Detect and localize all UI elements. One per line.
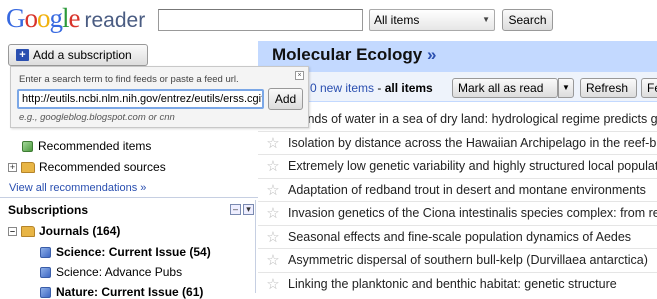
feed-icon — [40, 266, 51, 278]
entry-row[interactable]: ☆ Asymmetric dispersal of southern bull-k… — [258, 249, 657, 273]
entry-row[interactable]: ☆ Adaptation of redband trout in desert a… — [258, 179, 657, 202]
feed-title-menu-icon[interactable]: » — [427, 45, 436, 64]
add-subscription-popup: Enter a search term to find feeds or pas… — [10, 66, 309, 128]
logo-letter: o — [24, 3, 38, 33]
feed-title[interactable]: Molecular Ecology » — [272, 45, 436, 65]
all-items-label[interactable]: all items — [385, 81, 433, 95]
expand-icon[interactable]: + — [8, 162, 17, 172]
logo-letter: e — [68, 3, 81, 33]
feed-item-label: Science: Current Issue (54) — [56, 245, 211, 259]
collapse-all-icon[interactable]: – — [230, 204, 241, 215]
entry-row[interactable]: ☆ Extremely low genetic variability and h… — [258, 155, 657, 179]
item-count-separator: - — [374, 81, 385, 95]
add-subscription-example: e.g., googleblog.blogspot.com or cnn — [19, 112, 175, 123]
google-reader-logo[interactable]: Google reader — [6, 3, 145, 35]
collapse-icon[interactable]: – — [8, 226, 17, 236]
search-button[interactable]: Search — [502, 9, 553, 31]
add-feed-button[interactable]: Add — [268, 88, 303, 110]
folder-icon — [21, 225, 35, 237]
feed-item[interactable]: Science: Advance Pubs — [40, 265, 182, 279]
feed-settings-button[interactable]: Feed settings... — [641, 78, 657, 98]
add-subscription-button[interactable]: + Add a subscription — [8, 44, 148, 66]
entry-title: Invasion genetics of the Ciona intestina… — [288, 206, 657, 221]
folder-journals-label: Journals (164) — [39, 224, 121, 238]
logo-google-text: Google — [6, 3, 80, 34]
entry-list: ☆Islands of water in a sea of dry land: … — [258, 108, 657, 293]
entry-title: Adaptation of redband trout in desert an… — [288, 182, 646, 197]
nav-divider — [0, 197, 258, 198]
star-icon[interactable]: ☆ — [258, 228, 288, 246]
nav-recommended-sources-label: Recommended sources — [39, 160, 166, 174]
add-subscription-hint: Enter a search term to find feeds or pas… — [19, 74, 239, 85]
star-icon[interactable]: ☆ — [258, 251, 288, 269]
feed-title-text: Molecular Ecology — [272, 45, 423, 64]
search-scope-select[interactable]: All items ▼ — [369, 9, 495, 31]
entry-row[interactable]: ☆Islands of water in a sea of dry land: … — [258, 108, 657, 132]
entry-title: Seasonal effects and fine-scale populati… — [288, 229, 632, 244]
star-icon[interactable]: ☆ — [258, 181, 288, 199]
chevron-down-icon: ▼ — [482, 15, 490, 24]
entry-title: Islands of water in a sea of dry land: h… — [288, 112, 657, 127]
feed-item[interactable]: Science: Current Issue (54) — [40, 245, 211, 259]
star-icon[interactable]: ☆ — [258, 157, 288, 175]
chevron-down-icon: ▼ — [562, 83, 570, 92]
mark-all-read-button[interactable]: Mark all as read — [452, 78, 558, 98]
view-all-recommendations-link[interactable]: View all recommendations » — [9, 182, 146, 194]
logo-letter: o — [37, 3, 50, 33]
feed-item-label: Science: Advance Pubs — [56, 265, 183, 279]
star-icon[interactable]: ☆ — [258, 275, 288, 293]
logo-letter: g — [49, 3, 63, 33]
entry-title: Isolation by distance across the Hawaiia… — [288, 135, 657, 150]
entry-row[interactable]: ☆ Seasonal effects and fine-scale populat… — [258, 226, 657, 249]
refresh-button[interactable]: Refresh — [580, 78, 637, 98]
nav-recommended-items-label: Recommended items — [38, 139, 152, 153]
subscriptions-header: Subscriptions — [8, 203, 89, 217]
nav-border — [255, 200, 256, 293]
add-subscription-label: Add a subscription — [33, 48, 132, 62]
feed-item-label: Nature: Current Issue (61) — [56, 285, 204, 299]
close-icon[interactable]: × — [295, 71, 304, 80]
entry-row[interactable]: ☆ Linking the planktonic and benthic habi… — [258, 273, 657, 294]
search-scope-value: All items — [374, 13, 420, 27]
subscription-menu-icon[interactable]: ▾ — [243, 204, 254, 215]
nav-recommended-items[interactable]: Recommended items — [22, 139, 151, 153]
recommended-items-icon — [22, 140, 33, 152]
feed-icon — [40, 286, 51, 298]
star-icon[interactable]: ☆ — [258, 204, 288, 222]
new-items-link[interactable]: 0 new items — [310, 81, 374, 95]
feed-icon — [40, 246, 51, 258]
feed-item[interactable]: Nature: Current Issue (61) — [40, 285, 203, 299]
search-input[interactable] — [158, 9, 363, 31]
entry-row[interactable]: ☆ Isolation by distance across the Hawaii… — [258, 132, 657, 155]
folder-journals[interactable]: – Journals (164) — [8, 224, 120, 238]
star-icon[interactable]: ☆ — [258, 134, 288, 152]
entry-title: Linking the planktonic and benthic habit… — [288, 276, 617, 291]
entry-title: Extremely low genetic variability and hi… — [288, 159, 657, 174]
entry-row[interactable]: ☆ Invasion genetics of the Ciona intestin… — [258, 202, 657, 226]
folder-icon — [21, 161, 35, 173]
item-count: 0 new items - all items — [310, 81, 433, 95]
feed-url-input[interactable]: http://eutils.ncbi.nlm.nih.gov/entrez/eu… — [17, 89, 264, 109]
mark-all-read-dropdown[interactable]: ▼ — [558, 78, 574, 98]
logo-letter: G — [6, 3, 25, 33]
entry-title: Asymmetric dispersal of southern bull-ke… — [288, 253, 648, 268]
logo-reader-text: reader — [84, 9, 146, 32]
plus-icon: + — [16, 49, 29, 61]
nav-recommended-sources[interactable]: + Recommended sources — [8, 160, 166, 174]
